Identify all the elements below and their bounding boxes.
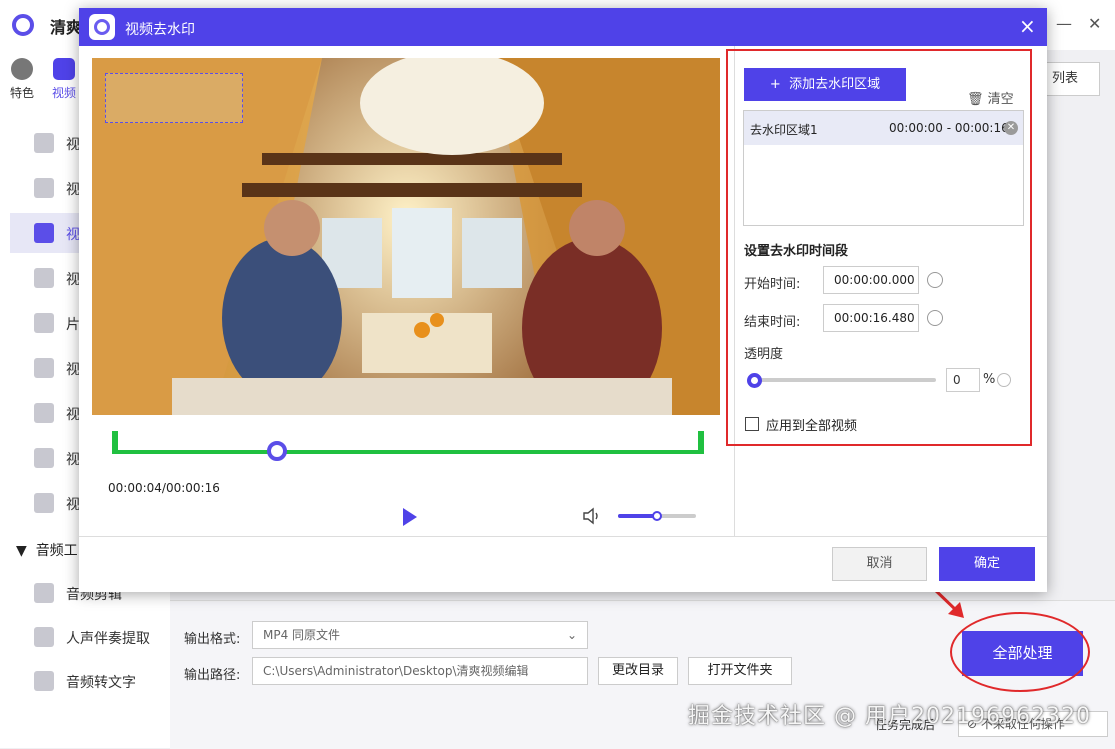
play-icon[interactable]	[403, 508, 417, 526]
sidebar-item[interactable]: 音频转文字	[10, 661, 170, 701]
close-app-icon[interactable]: ✕	[1088, 14, 1101, 33]
timeline-range	[112, 450, 704, 454]
sidebar-item-label: 视	[66, 272, 80, 288]
watermark-overlay-text: 掘金技术社区 @ 用户2021969623​20	[688, 704, 1091, 729]
close-icon[interactable]: ×	[1019, 14, 1036, 38]
minimize-icon[interactable]: —	[1056, 14, 1072, 33]
video-tool-icon	[34, 493, 54, 513]
timeline-track[interactable]	[112, 431, 704, 461]
audio-section-label: 音频工	[35, 543, 78, 559]
sidebar-item-label: 视	[66, 362, 80, 378]
sidebar-item-label: 视	[66, 407, 80, 423]
microphone-icon	[34, 671, 54, 691]
top-nav-label: 视频	[51, 86, 76, 100]
sidebar-item-label: 人声伴奏提取	[66, 631, 150, 647]
annotation-highlight-box	[726, 49, 1032, 446]
volume-icon[interactable]	[582, 507, 602, 525]
change-directory-button[interactable]: 更改目录	[598, 657, 678, 685]
dialog-header	[79, 8, 1047, 46]
playhead-knob[interactable]	[267, 441, 287, 461]
chevron-down-icon: ⌄	[566, 628, 577, 642]
caret-down-icon: ▼	[16, 543, 27, 559]
sidebar-item-label: 视	[66, 182, 80, 198]
sidebar-item-label: 视	[66, 227, 80, 243]
audio-edit-icon	[34, 583, 54, 603]
output-format-select[interactable]: MP4 同原文件 ⌄	[252, 621, 588, 649]
dialog-logo-ring	[94, 19, 110, 35]
video-tool-icon	[34, 268, 54, 288]
sidebar-item-label: 视	[66, 452, 80, 468]
cancel-button[interactable]: 取消	[832, 547, 927, 581]
sidebar-item-label: 视	[66, 137, 80, 153]
footer-divider	[79, 536, 1047, 537]
dialog-title: 视频去水印	[125, 22, 195, 38]
app-name: 清爽	[50, 18, 83, 37]
watermark-selection-box[interactable]	[105, 73, 243, 123]
remove-watermark-dialog: 视频去水印 × 00:00:04/00:00:16 + 添加去水印区域 🗑 清空…	[79, 8, 1047, 592]
output-format-value: MP4 同原文件	[263, 628, 341, 642]
sidebar-item-label: 片	[66, 317, 80, 333]
app-logo-icon	[12, 14, 34, 36]
sidebar-item-label: 视	[66, 497, 80, 513]
film-icon	[53, 58, 75, 80]
star-icon	[11, 58, 33, 80]
video-tool-icon	[34, 223, 54, 243]
video-tool-icon	[34, 358, 54, 378]
file-list-area	[1045, 50, 1115, 595]
video-tool-icon	[34, 448, 54, 468]
video-tool-icon	[34, 313, 54, 333]
video-tool-icon	[34, 133, 54, 153]
output-format-label: 输出格式:	[184, 632, 241, 647]
time-display: 00:00:04/00:00:16	[108, 481, 220, 495]
timeline-end-handle[interactable]	[698, 431, 704, 453]
volume-knob[interactable]	[652, 511, 662, 521]
video-tool-icon	[34, 403, 54, 423]
top-nav-featured[interactable]: 特色	[0, 58, 44, 101]
sidebar-item-label: 音频转文字	[66, 675, 136, 691]
audio-section-header[interactable]: ▼ 音频工	[16, 540, 78, 560]
output-path-field[interactable]: C:\Users\Administrator\Desktop\清爽视频编辑	[252, 657, 588, 685]
sidebar-item[interactable]: 人声伴奏提取	[10, 617, 170, 657]
output-path-label: 输出路径:	[184, 668, 241, 683]
video-tool-icon	[34, 178, 54, 198]
open-folder-button[interactable]: 打开文件夹	[688, 657, 792, 685]
ok-button[interactable]: 确定	[939, 547, 1035, 581]
vocal-icon	[34, 627, 54, 647]
annotation-ellipse	[950, 612, 1090, 692]
top-nav-label: 特色	[9, 86, 34, 100]
